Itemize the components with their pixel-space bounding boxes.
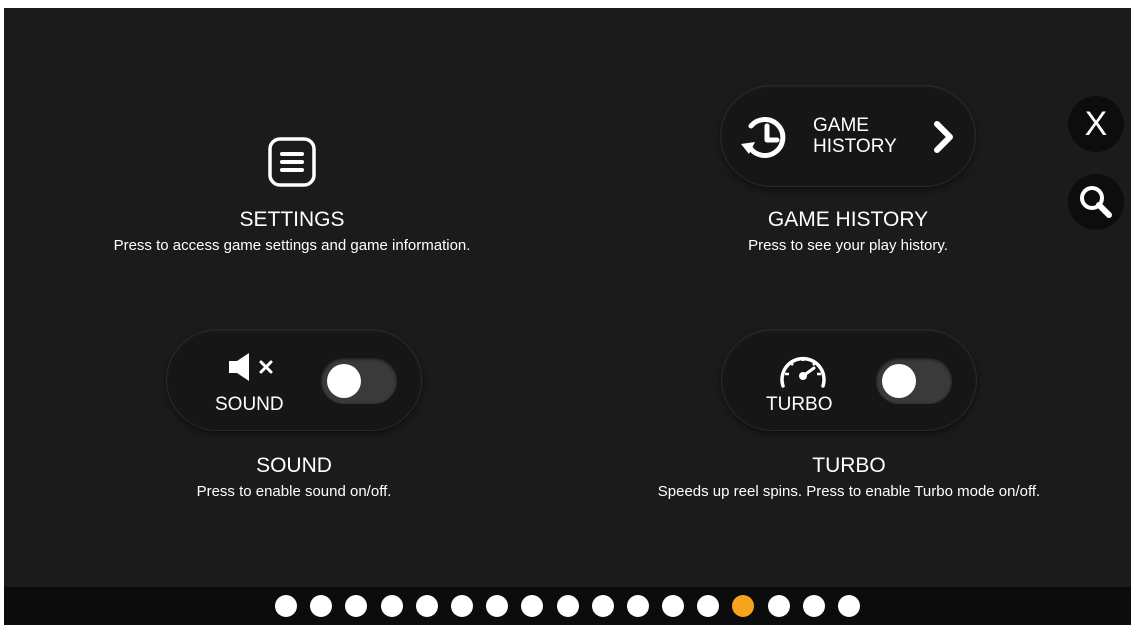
sound-toggle-knob xyxy=(327,364,361,398)
game-info-screen: SETTINGS Press to access game settings a… xyxy=(4,8,1131,625)
search-button[interactable] xyxy=(1068,174,1124,230)
pagination-dot[interactable] xyxy=(275,595,297,617)
speaker-muted-icon xyxy=(229,353,273,381)
turbo-toggle[interactable] xyxy=(876,358,952,404)
turbo-toggle-knob xyxy=(882,364,916,398)
history-clock-icon xyxy=(741,117,786,158)
pagination-dot[interactable] xyxy=(767,595,790,617)
pagination-dot-active[interactable] xyxy=(732,595,755,617)
pagination-dot[interactable] xyxy=(697,595,720,617)
search-icon xyxy=(1080,186,1112,218)
close-button[interactable]: X xyxy=(1068,96,1124,152)
pagination-dot[interactable] xyxy=(380,595,403,617)
pagination-dot[interactable] xyxy=(521,595,544,617)
pagination-dot[interactable] xyxy=(626,595,649,617)
sound-description: Press to enable sound on/off. xyxy=(196,483,392,500)
game-history-button-label-line2: HISTORY xyxy=(813,136,897,157)
pagination-dot[interactable] xyxy=(556,595,579,617)
pagination-dot[interactable] xyxy=(345,595,368,617)
pagination-dot[interactable] xyxy=(486,595,509,617)
settings-title: SETTINGS xyxy=(239,208,345,231)
settings-button[interactable] xyxy=(264,134,320,190)
turbo-button-label: TURBO xyxy=(766,394,833,415)
menu-icon xyxy=(268,137,316,187)
pagination-dot[interactable] xyxy=(838,595,860,617)
sound-title: SOUND xyxy=(256,454,332,477)
pagination-dot[interactable] xyxy=(310,595,333,617)
game-history-button-label-line1: GAME xyxy=(813,115,869,136)
turbo-description: Speeds up reel spins. Press to enable Tu… xyxy=(657,483,1041,500)
chevron-right-icon xyxy=(934,121,953,153)
pagination-dot[interactable] xyxy=(591,595,614,617)
pagination-dot[interactable] xyxy=(450,595,473,617)
pagination-dot[interactable] xyxy=(802,595,825,617)
close-icon: X xyxy=(1084,105,1108,143)
game-history-title: GAME HISTORY xyxy=(767,208,929,231)
pagination-bar xyxy=(4,587,1131,625)
game-history-button[interactable]: GAME HISTORY xyxy=(721,86,975,186)
sound-button-label: SOUND xyxy=(215,394,284,415)
settings-description: Press to access game settings and game i… xyxy=(113,237,471,254)
speedometer-icon xyxy=(780,356,826,388)
pagination-dots xyxy=(4,587,1131,625)
pagination-dot[interactable] xyxy=(662,595,685,617)
turbo-control: TURBO xyxy=(722,330,976,430)
sound-control: SOUND xyxy=(167,330,421,430)
pagination-dot[interactable] xyxy=(415,595,438,617)
turbo-title: TURBO xyxy=(812,454,886,477)
sound-toggle[interactable] xyxy=(321,358,397,404)
game-history-description: Press to see your play history. xyxy=(748,237,948,254)
